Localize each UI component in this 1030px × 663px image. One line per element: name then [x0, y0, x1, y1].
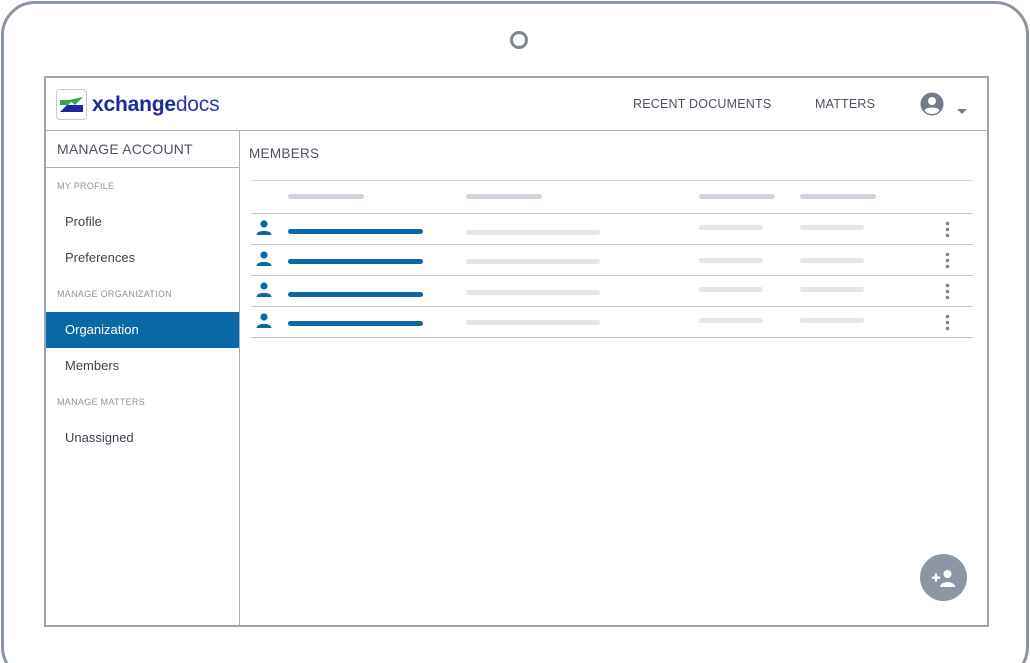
sidebar-item-unassigned[interactable]: Unassigned [46, 420, 239, 456]
member-email-placeholder [466, 230, 600, 235]
logo-wordmark: xchangedocs [92, 89, 220, 120]
sidebar-section-my-profile: MY PROFILE [57, 181, 115, 191]
more-vertical-icon[interactable] [945, 252, 950, 274]
member-name-placeholder [288, 229, 423, 234]
logo-mark-icon [56, 89, 87, 120]
table-row[interactable] [251, 214, 973, 245]
member-email-placeholder [466, 290, 600, 295]
table-row[interactable] [251, 276, 973, 307]
member-status-placeholder [800, 225, 864, 230]
person-icon [256, 282, 272, 302]
account-sidebar: MANAGE ACCOUNT MY PROFILE Profile Prefer… [46, 131, 240, 625]
logo-text-light: docs [175, 93, 220, 116]
account-circle-icon[interactable] [920, 92, 944, 121]
person-icon [256, 220, 272, 240]
more-vertical-icon[interactable] [945, 314, 950, 336]
camera-icon [510, 31, 528, 49]
table-header [251, 181, 973, 214]
top-header: xchangedocs RECENT DOCUMENTS MATTERS [46, 78, 987, 131]
member-email-placeholder [466, 259, 600, 264]
sidebar-section-manage-matters: MANAGE MATTERS [57, 397, 146, 407]
table-row[interactable] [251, 307, 973, 338]
sidebar-item-profile[interactable]: Profile [46, 204, 239, 240]
sidebar-item-preferences[interactable]: Preferences [46, 240, 239, 276]
member-role-placeholder [699, 258, 763, 263]
more-vertical-icon[interactable] [945, 283, 950, 305]
sidebar-section-manage-organization: MANAGE ORGANIZATION [57, 289, 173, 299]
member-name-placeholder [288, 259, 423, 264]
member-name-placeholder [288, 292, 423, 297]
add-person-icon [931, 569, 955, 587]
tablet-frame: xchangedocs RECENT DOCUMENTS MATTERS MAN… [1, 1, 1029, 663]
member-role-placeholder [699, 225, 763, 230]
nav-matters[interactable]: MATTERS [815, 97, 875, 111]
column-header-placeholder [699, 194, 775, 199]
add-member-button[interactable] [920, 554, 967, 601]
table-row[interactable] [251, 245, 973, 276]
app-screen: xchangedocs RECENT DOCUMENTS MATTERS MAN… [44, 76, 989, 627]
member-role-placeholder [699, 287, 763, 292]
page-title: MEMBERS [249, 146, 320, 161]
member-email-placeholder [466, 320, 600, 325]
sidebar-item-organization[interactable]: Organization [46, 312, 239, 348]
more-vertical-icon[interactable] [945, 221, 950, 243]
member-status-placeholder [800, 258, 864, 263]
member-status-placeholder [800, 318, 864, 323]
column-header-placeholder [800, 194, 876, 199]
sidebar-item-members[interactable]: Members [46, 348, 239, 384]
column-header-placeholder [466, 194, 542, 199]
members-table [251, 180, 973, 338]
column-header-placeholder [288, 194, 364, 199]
sidebar-title: MANAGE ACCOUNT [46, 131, 239, 168]
chevron-down-icon[interactable] [957, 102, 967, 120]
member-status-placeholder [800, 287, 864, 292]
person-icon [256, 251, 272, 271]
member-name-placeholder [288, 321, 423, 326]
logo-text-strong: xchange [92, 93, 176, 116]
nav-recent-documents[interactable]: RECENT DOCUMENTS [633, 97, 771, 111]
person-icon [256, 313, 272, 333]
members-panel: MEMBERS [241, 131, 987, 625]
xchangedocs-logo[interactable]: xchangedocs [56, 89, 220, 120]
member-role-placeholder [699, 318, 763, 323]
